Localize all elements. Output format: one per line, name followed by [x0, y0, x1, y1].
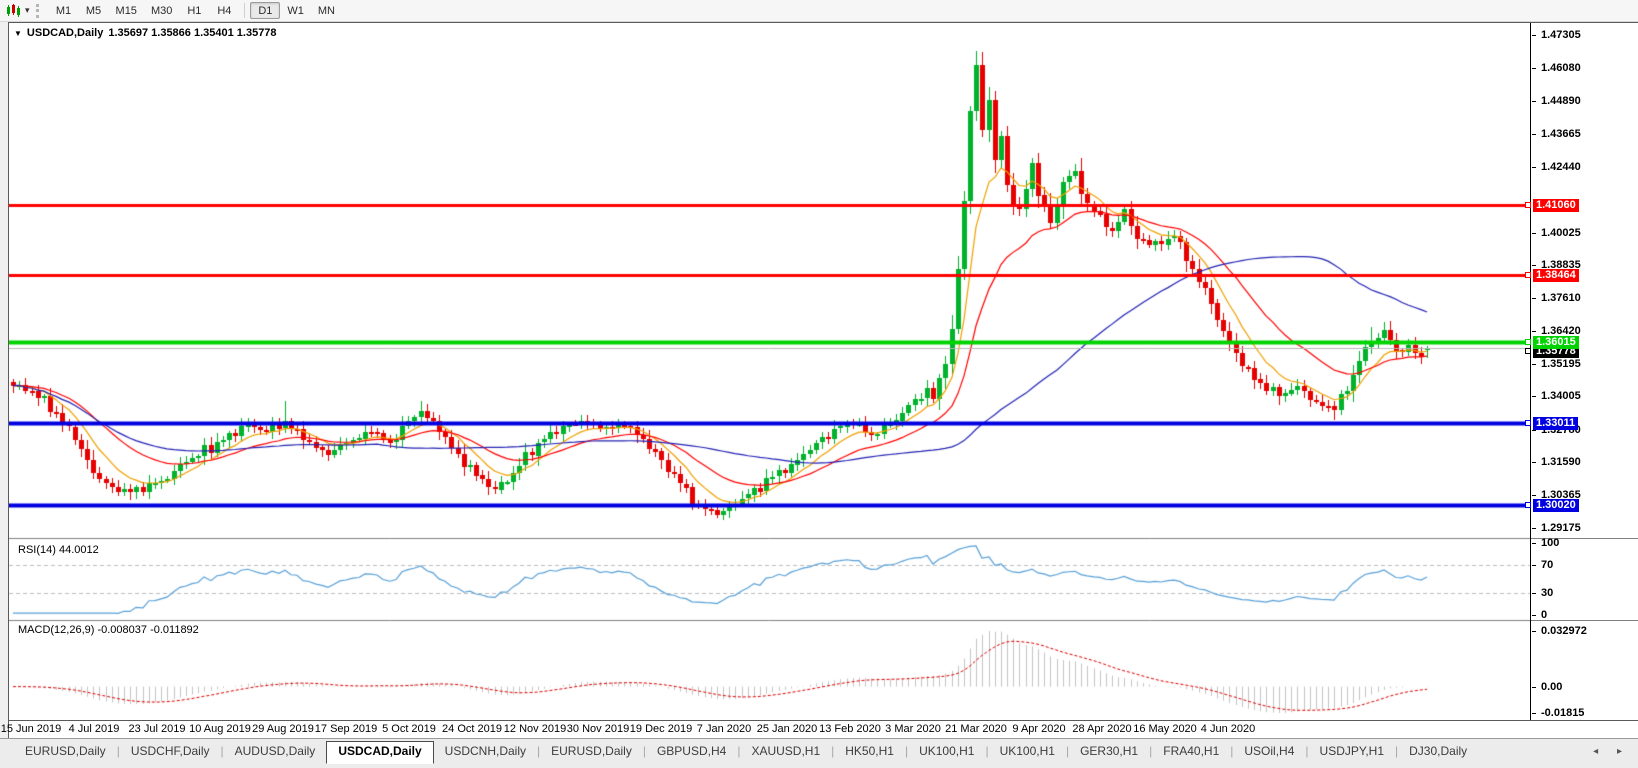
tab-usoil-h4[interactable]: USOil,H4: [1233, 741, 1305, 761]
price-axis[interactable]: 1.47305 1.46080 1.44890 1.43665 1.42440 1.400…: [1525, 23, 1638, 720]
tab-scroll-right-icon[interactable]: ▸: [1617, 746, 1630, 757]
chart-type-icon[interactable]: [4, 3, 23, 18]
axis-tick-label: 1.40025: [1532, 227, 1581, 240]
tab-gbpusd-h4[interactable]: GBPUSD,H4: [646, 741, 737, 761]
line-anchor-icon: [1525, 348, 1531, 355]
date-label: 9 Apr 2020: [1012, 723, 1066, 735]
date-label: 7 Jan 2020: [696, 723, 752, 735]
tab-fra40-h1[interactable]: FRA40,H1: [1152, 741, 1230, 761]
date-label: 15 Jun 2019: [0, 723, 62, 735]
date-label: 23 Jul 2019: [128, 723, 186, 735]
axis-tick-label: 30: [1532, 587, 1553, 600]
tab-usdchf-daily[interactable]: USDCHF,Daily: [120, 741, 221, 761]
line-anchor-icon: [1525, 338, 1531, 345]
tab-usdjpy-h1[interactable]: USDJPY,H1: [1309, 741, 1395, 761]
line-anchor-icon: [1525, 272, 1531, 279]
price-line-label: 1.30020: [1525, 498, 1579, 512]
axis-tick-label: 1.35195: [1532, 358, 1581, 371]
timeframe-button-m30[interactable]: M30: [144, 2, 179, 19]
timeframe-button-m15[interactable]: M15: [109, 2, 144, 19]
price-line-label: 1.38464: [1525, 269, 1579, 283]
axis-tick-label: 100: [1532, 537, 1559, 550]
tab-hk50-h1[interactable]: HK50,H1: [834, 741, 905, 761]
timeframe-button-w1[interactable]: W1: [280, 2, 311, 19]
timeframe-buttons: M1 M5 M15 M30 H1 H4 D1 W1 MN: [49, 2, 342, 19]
date-label: 25 Jan 2020: [756, 723, 818, 735]
axis-tick-label: 0.032972: [1532, 625, 1587, 638]
date-label: 21 Mar 2020: [945, 723, 1007, 735]
date-label: 17 Sep 2019: [314, 723, 378, 735]
line-anchor-icon: [1525, 201, 1531, 208]
toolbar-separator: [244, 3, 246, 18]
toolbar-grip: [35, 3, 42, 18]
date-label: 19 Dec 2019: [629, 723, 693, 735]
tab-scroll-arrows: ◂ ▸: [1593, 746, 1630, 757]
macd-indicator-label: MACD(12,26,9) -0.008037 -0.011892: [18, 624, 199, 636]
axis-tick-label: 1.29175: [1532, 522, 1581, 535]
timeframe-button-m1[interactable]: M1: [49, 2, 79, 19]
axis-tick-label: 1.37610: [1532, 292, 1581, 305]
axis-tick-label: 1.47305: [1532, 29, 1581, 42]
tab-xauusd-h1[interactable]: XAUUSD,H1: [740, 741, 831, 761]
chart-canvas[interactable]: [9, 23, 1530, 720]
date-label: 30 Nov 2019: [566, 723, 630, 735]
timeframe-button-mn[interactable]: MN: [311, 2, 342, 19]
date-label: 28 Apr 2020: [1072, 723, 1132, 735]
ohlc-values: 1.35697 1.35866 1.35401 1.35778: [108, 27, 277, 39]
date-label: 12 Nov 2019: [503, 723, 567, 735]
price-line-label: 1.41060: [1525, 198, 1579, 212]
date-label: 4 Jul 2019: [68, 723, 120, 735]
chevron-down-icon[interactable]: ▾: [25, 5, 30, 16]
axis-tick-label: 1.46080: [1532, 62, 1581, 75]
tab-uk100-h1[interactable]: UK100,H1: [989, 741, 1066, 761]
axis-tick-label: 0: [1532, 609, 1547, 622]
window-menu-icon[interactable]: ▼: [14, 29, 22, 38]
timeframe-toolbar: ▾ M1 M5 M15 M30 H1 H4 D1 W1 MN: [0, 0, 1638, 22]
axis-tick-label: 1.31590: [1532, 456, 1581, 469]
date-axis[interactable]: 15 Jun 2019 4 Jul 2019 23 Jul 2019 10 Aug 2…: [1, 720, 1638, 738]
date-label: 5 Oct 2019: [382, 723, 436, 735]
axis-tick-label: 1.44890: [1532, 95, 1581, 108]
price-line-label: 1.33011: [1525, 417, 1579, 431]
chart-title: ▼ USDCAD,Daily 1.35697 1.35866 1.35401 1…: [14, 27, 277, 39]
axis-tick-label: 0.00: [1532, 681, 1562, 694]
price-line-label: 1.36015: [1525, 335, 1579, 349]
tab-uk100-h1[interactable]: UK100,H1: [908, 741, 985, 761]
symbol-period-label: USDCAD,Daily: [26, 27, 104, 39]
date-label: 13 Feb 2020: [819, 723, 881, 735]
mt4-window: ▾ M1 M5 M15 M30 H1 H4 D1 W1 MN ▼ USDCAD,Daily 1.…: [0, 0, 1638, 768]
axis-tick-label: -0.01815: [1532, 707, 1584, 720]
date-label: 4 Jun 2020: [1200, 723, 1256, 735]
tab-ger30-h1[interactable]: GER30,H1: [1069, 741, 1149, 761]
date-label: 10 Aug 2019: [189, 723, 251, 735]
chart-window: ▼ USDCAD,Daily 1.35697 1.35866 1.35401 1…: [1, 22, 1638, 739]
tab-dj30-daily[interactable]: DJ30,Daily: [1398, 741, 1478, 761]
date-label: 16 May 2020: [1133, 723, 1197, 735]
timeframe-button-h1[interactable]: H1: [179, 2, 209, 19]
chart-tab-bar: EURUSD,Daily | USDCHF,Daily | AUDUSD,Daily US…: [0, 738, 1638, 768]
line-anchor-icon: [1525, 420, 1531, 427]
tab-scroll-left-icon[interactable]: ◂: [1593, 746, 1606, 757]
tab-usdcad-daily[interactable]: USDCAD,Daily: [326, 741, 434, 764]
axis-tick-label: 1.34005: [1532, 390, 1581, 403]
timeframe-button-h4[interactable]: H4: [209, 2, 239, 19]
tab-eurusd-daily[interactable]: EURUSD,Daily: [14, 741, 117, 761]
axis-tick-label: 70: [1532, 559, 1553, 572]
axis-tick-label: 1.42440: [1532, 161, 1581, 174]
date-label: 29 Aug 2019: [252, 723, 314, 735]
line-anchor-icon: [1525, 501, 1531, 508]
tab-audusd-daily[interactable]: AUDUSD,Daily: [224, 741, 327, 761]
timeframe-button-d1[interactable]: D1: [250, 2, 281, 19]
tab-usdcnh-daily[interactable]: USDCNH,Daily: [434, 741, 537, 761]
date-label: 24 Oct 2019: [442, 723, 502, 735]
date-label: 3 Mar 2020: [885, 723, 941, 735]
rsi-indicator-label: RSI(14) 44.0012: [18, 544, 99, 556]
timeframe-button-m5[interactable]: M5: [79, 2, 109, 19]
axis-tick-label: 1.43665: [1532, 128, 1581, 141]
tab-eurusd-daily[interactable]: EURUSD,Daily: [540, 741, 643, 761]
